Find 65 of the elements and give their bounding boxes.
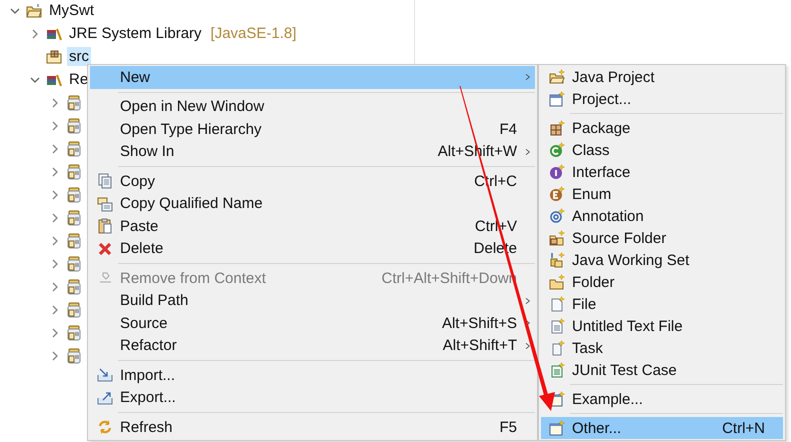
- jar-icon: [66, 302, 82, 318]
- delete-icon: [97, 240, 113, 257]
- menu-item[interactable]: New: [90, 66, 535, 88]
- file-icon: [548, 296, 564, 312]
- jar-icon: [66, 256, 82, 272]
- tree-item[interactable]: src: [67, 47, 91, 66]
- jar-icon: [66, 232, 82, 248]
- menu-item[interactable]: Package: [541, 117, 783, 139]
- refresh-icon: [97, 419, 113, 436]
- jar-icon: [66, 140, 82, 156]
- menu-item[interactable]: Refactor Alt+Shift+T: [90, 334, 535, 357]
- jar-icon: [66, 118, 82, 134]
- clipboard-icon: [97, 218, 113, 234]
- window-icon: [548, 91, 564, 107]
- project-folder-icon: [548, 69, 564, 85]
- folder-icon: [548, 274, 564, 290]
- menu-item[interactable]: Untitled Text File: [541, 315, 783, 337]
- jar-icon: [66, 348, 82, 364]
- menu-item[interactable]: Task: [541, 337, 783, 359]
- menu-item[interactable]: Java Working Set: [541, 249, 783, 271]
- import-icon: [97, 367, 113, 384]
- menu-item[interactable]: Open Type Hierarchy F4: [90, 118, 535, 140]
- test-case-icon: [548, 362, 564, 378]
- menu-item[interactable]: Java Project: [541, 66, 783, 88]
- jar-icon: [66, 210, 82, 226]
- menu-item[interactable]: File: [541, 293, 783, 315]
- menu-item[interactable]: Interface: [541, 161, 783, 183]
- text-file-icon: [548, 318, 564, 334]
- copy-icon: [97, 196, 113, 212]
- menu-item[interactable]: Open in New Window: [90, 96, 535, 118]
- menu-item[interactable]: Annotation: [541, 205, 783, 227]
- menu-item[interactable]: JUnit Test Case: [541, 359, 783, 381]
- menu-item[interactable]: Class: [541, 139, 783, 161]
- menu-item[interactable]: Export...: [90, 386, 535, 409]
- working-set-icon: [548, 252, 564, 268]
- menu-item[interactable]: Refresh F5: [90, 416, 535, 438]
- menu-item[interactable]: Import...: [90, 364, 535, 386]
- menu-item[interactable]: Source Folder: [541, 227, 783, 249]
- package-folder-icon: [46, 48, 62, 64]
- menu-item[interactable]: Enum: [541, 183, 783, 205]
- window-icon: [548, 420, 564, 436]
- class-icon: [548, 142, 564, 158]
- project-folder-icon: [26, 2, 42, 18]
- export-icon: [97, 390, 113, 406]
- copy-icon: [97, 173, 113, 190]
- package-icon: [548, 120, 564, 136]
- jar-icon: [66, 94, 82, 110]
- books-icon: [46, 72, 62, 88]
- jar-icon: [66, 324, 82, 340]
- menu-item[interactable]: Folder: [541, 271, 783, 293]
- source-folder-icon: [548, 230, 564, 246]
- tree-item-note: [JavaSE-1.8]: [210, 25, 296, 42]
- books-icon: [46, 26, 62, 42]
- enum-icon: [548, 186, 564, 202]
- tree-item[interactable]: Re: [67, 70, 90, 89]
- tree-item[interactable]: MySwt: [47, 1, 96, 20]
- jar-icon: [66, 164, 82, 180]
- menu-item[interactable]: Copy Qualified Name: [90, 192, 535, 215]
- menu-item[interactable]: Project...: [541, 88, 783, 110]
- interface-icon: [548, 164, 564, 180]
- tree-item[interactable]: JRE System Library: [67, 24, 204, 43]
- jar-icon: [66, 278, 82, 294]
- menu-item[interactable]: Other... Ctrl+N: [541, 417, 783, 439]
- jar-icon: [66, 186, 82, 202]
- menu-item[interactable]: Build Path: [90, 290, 535, 312]
